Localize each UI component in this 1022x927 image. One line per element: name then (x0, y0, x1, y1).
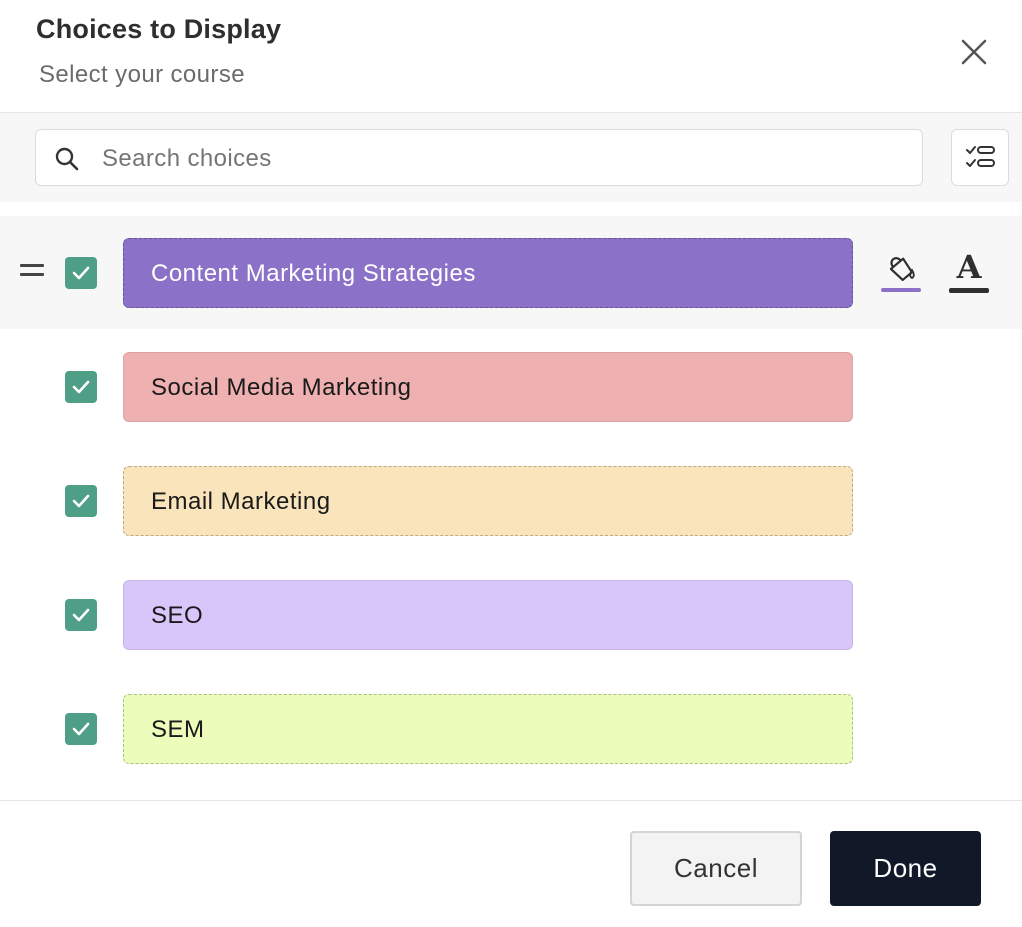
dialog-title: Choices to Display (36, 14, 282, 44)
done-button[interactable]: Done (830, 831, 981, 906)
choice-checkbox[interactable] (65, 371, 97, 403)
choice-row: Email Marketing (0, 466, 1022, 536)
choice-label: Email Marketing (151, 488, 331, 515)
choice-row: Content Marketing Strategies (0, 238, 1022, 308)
choice-label: Social Media Marketing (151, 374, 412, 401)
dialog-footer: Cancel Done (0, 800, 1022, 927)
fill-color-swatch (881, 288, 921, 292)
check-icon (72, 608, 90, 622)
choice-label: Content Marketing Strategies (151, 260, 476, 287)
choice-checkbox[interactable] (65, 485, 97, 517)
layout-toggle-button[interactable] (951, 129, 1009, 186)
search-icon (55, 147, 79, 171)
search-toolbar (0, 113, 1022, 202)
close-icon (961, 39, 987, 65)
choice-row: SEO (0, 580, 1022, 650)
choice-checkbox[interactable] (65, 257, 97, 289)
check-icon (72, 722, 90, 736)
text-color-swatch (949, 288, 989, 293)
check-icon (72, 494, 90, 508)
text-color-button[interactable]: A (946, 248, 992, 296)
choice-chip[interactable]: SEO (123, 580, 853, 650)
check-icon (72, 266, 90, 280)
check-icon (72, 380, 90, 394)
choice-label: SEO (151, 602, 204, 629)
choice-row: SEM (0, 694, 1022, 764)
choice-label: SEM (151, 716, 205, 743)
text-color-icon: A (956, 248, 982, 286)
choice-row: Social Media Marketing (0, 352, 1022, 422)
search-box[interactable] (35, 129, 923, 187)
checklist-icon (966, 146, 995, 167)
cancel-button[interactable]: Cancel (630, 831, 802, 906)
dialog-header: Choices to Display Select your course (0, 0, 1022, 113)
choice-checkbox[interactable] (65, 713, 97, 745)
choice-chip[interactable]: Social Media Marketing (123, 352, 853, 422)
choice-chip[interactable]: Content Marketing Strategies (123, 238, 853, 308)
close-button[interactable] (954, 32, 994, 72)
dialog-subtitle: Select your course (39, 61, 245, 88)
choice-chip[interactable]: Email Marketing (123, 466, 853, 536)
choice-checkbox[interactable] (65, 599, 97, 631)
search-input[interactable] (100, 130, 904, 187)
choice-chip[interactable]: SEM (123, 694, 853, 764)
paint-bucket-icon (889, 257, 915, 282)
fill-color-button[interactable] (878, 248, 924, 296)
